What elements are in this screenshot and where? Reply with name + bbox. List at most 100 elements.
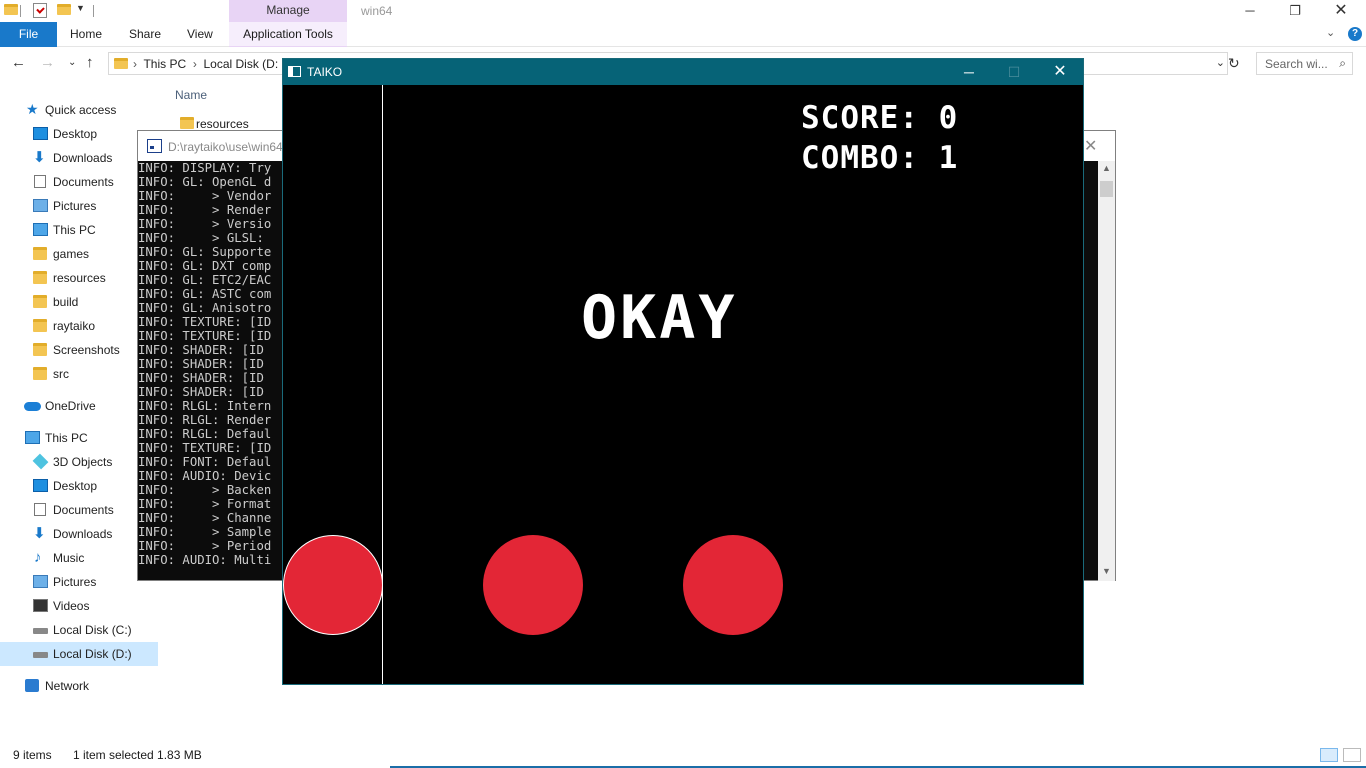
nav-onedrive[interactable]: OneDrive (0, 394, 158, 418)
nav-label: Downloads (53, 151, 113, 165)
console-title: D:\raytaiko\use\win64 (168, 140, 283, 154)
nav-label: Quick access (45, 103, 117, 117)
up-icon[interactable]: ↑ (86, 54, 94, 71)
breadcrumb-separator-icon: › (192, 57, 197, 71)
restore-icon[interactable]: ❐ (1283, 2, 1307, 20)
nav-label: Local Disk (C:) (53, 623, 132, 637)
nav-src[interactable]: src (0, 362, 158, 386)
drive-icon (33, 652, 48, 658)
minimize-icon[interactable]: ─ (954, 62, 984, 82)
scroll-up-icon[interactable]: ▲ (1102, 163, 1111, 173)
nav-music[interactable]: ♪ Music (0, 546, 158, 570)
tab-share[interactable]: Share (129, 22, 161, 47)
breadcrumb-this-pc[interactable]: This PC (143, 57, 186, 71)
nav-3d-objects[interactable]: 3D Objects (0, 450, 158, 474)
nav-this-pc[interactable]: This PC (0, 426, 158, 450)
nav-desktop[interactable]: Desktop (0, 122, 158, 146)
tab-home[interactable]: Home (70, 22, 102, 47)
scrollbar-thumb[interactable] (1100, 181, 1113, 197)
nav-label: Pictures (53, 199, 97, 213)
ribbon-tabs: File Home Share View Application Tools ⌄… (0, 22, 1366, 47)
app-window-icon (288, 66, 301, 77)
details-view-icon[interactable] (1320, 748, 1338, 762)
judgement-text: OKAY (581, 283, 738, 353)
desktop-icon (33, 479, 48, 492)
drum-note-at-hit-line (283, 535, 383, 635)
folder-icon (114, 58, 128, 69)
refresh-icon[interactable]: ↻ (1228, 55, 1240, 72)
nav-local-disk-c[interactable]: Local Disk (C:) (0, 618, 158, 642)
scroll-down-icon[interactable]: ▼ (1102, 566, 1111, 576)
nav-label: This PC (53, 223, 96, 237)
nav-label: Music (53, 551, 85, 565)
nav-label: Local Disk (D:) (53, 647, 132, 661)
nav-pc-pictures[interactable]: Pictures (0, 570, 158, 594)
breadcrumb-local-disk[interactable]: Local Disk (D: (203, 57, 278, 71)
nav-build[interactable]: build (0, 290, 158, 314)
nav-label: games (53, 247, 90, 261)
nav-downloads[interactable]: ⬇ Downloads (0, 146, 158, 170)
properties-icon[interactable] (33, 3, 47, 18)
back-icon[interactable]: ← (11, 54, 26, 71)
nav-label: This PC (45, 431, 88, 445)
taiko-titlebar[interactable]: TAIKO ─ ☐ ✕ (283, 59, 1083, 85)
close-icon[interactable]: ✕ (1084, 136, 1097, 156)
console-scrollbar[interactable]: ▲ ▼ (1098, 161, 1115, 581)
drum-note (483, 535, 583, 635)
nav-label: Documents (53, 175, 114, 189)
folder-icon (33, 319, 47, 332)
close-icon[interactable]: ✕ (1329, 2, 1353, 20)
manage-context-tab[interactable]: Manage (229, 0, 347, 22)
list-item-label: resources (196, 117, 249, 131)
breadcrumb: › This PC › Local Disk (D: (133, 57, 278, 71)
game-canvas[interactable]: SCORE: 0 COMBO: 1 OKAY (283, 85, 1083, 684)
maximize-icon[interactable]: ☐ (999, 62, 1029, 82)
status-item-count: 9 items (13, 748, 52, 762)
new-folder-icon[interactable] (57, 4, 71, 15)
nav-resources[interactable]: resources (0, 266, 158, 290)
address-history-dropdown-icon[interactable]: ⌄ (1216, 56, 1225, 69)
folder-icon[interactable] (4, 4, 18, 15)
nav-quick-access[interactable]: ★ Quick access (0, 98, 158, 122)
customize-quick-access-dropdown-icon[interactable]: ▼ (76, 3, 85, 13)
forward-icon[interactable]: → (40, 54, 55, 71)
cloud-icon (24, 402, 41, 411)
close-icon[interactable]: ✕ (1045, 62, 1075, 82)
cube-icon (32, 453, 49, 470)
nav-videos[interactable]: Videos (0, 594, 158, 618)
nav-local-disk-d[interactable]: Local Disk (D:) (0, 642, 158, 666)
nav-pc-downloads[interactable]: ⬇ Downloads (0, 522, 158, 546)
download-arrow-icon: ⬇ (33, 149, 46, 166)
nav-raytaiko[interactable]: raytaiko (0, 314, 158, 338)
status-bar: 9 items 1 item selected 1.83 MB (0, 740, 1366, 768)
large-icons-view-icon[interactable] (1343, 748, 1361, 762)
nav-this-pc-quick[interactable]: This PC (0, 218, 158, 242)
folder-icon (33, 271, 47, 284)
nav-label: Desktop (53, 127, 98, 141)
tab-file[interactable]: File (0, 22, 57, 47)
nav-pictures[interactable]: Pictures (0, 194, 158, 218)
nav-pc-documents[interactable]: Documents (0, 498, 158, 522)
nav-games[interactable]: games (0, 242, 158, 266)
pictures-icon (33, 575, 48, 588)
help-icon[interactable]: ? (1348, 27, 1362, 41)
drum-note (683, 535, 783, 635)
search-placeholder: Search wi... (1265, 57, 1328, 71)
explorer-titlebar: ▼ Manage win64 ─ ❐ ✕ (0, 0, 1366, 22)
search-input[interactable]: Search wi... ⌕ (1256, 52, 1353, 75)
chevron-down-icon[interactable]: ⌄ (1326, 26, 1335, 39)
taiko-window[interactable]: TAIKO ─ ☐ ✕ SCORE: 0 COMBO: 1 OKAY (282, 58, 1084, 685)
nav-documents[interactable]: Documents (0, 170, 158, 194)
nav-network[interactable]: Network (0, 674, 158, 698)
column-header-name[interactable]: Name (175, 88, 207, 102)
nav-label: Pictures (53, 575, 97, 589)
nav-label: Videos (53, 599, 90, 613)
nav-screenshots[interactable]: Screenshots (0, 338, 158, 362)
tab-view[interactable]: View (187, 22, 213, 47)
recent-locations-icon[interactable]: ⌄ (68, 57, 76, 68)
minimize-icon[interactable]: ─ (1238, 2, 1262, 20)
pictures-icon (33, 199, 48, 212)
nav-pc-desktop[interactable]: Desktop (0, 474, 158, 498)
tab-application-tools[interactable]: Application Tools (229, 22, 347, 47)
nav-label: Downloads (53, 527, 113, 541)
